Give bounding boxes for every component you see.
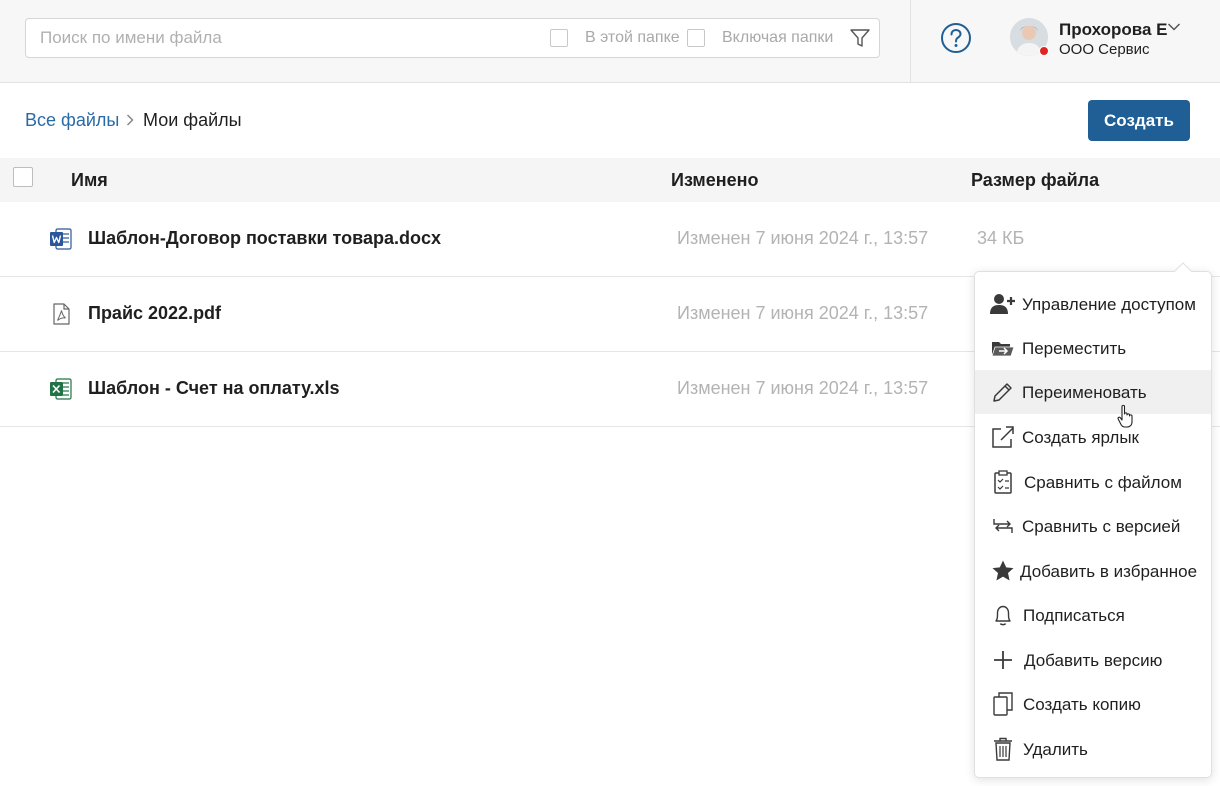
bell-icon bbox=[995, 605, 1011, 626]
breadcrumb-root[interactable]: Все файлы bbox=[25, 110, 119, 131]
menu-item-delete[interactable]: Удалить bbox=[975, 727, 1211, 771]
context-menu: Управление доступом Переместить Переимен… bbox=[974, 271, 1212, 778]
file-size: 34 КБ bbox=[977, 228, 1025, 248]
user-org: ООО Сервис bbox=[1059, 41, 1150, 58]
menu-item-compare-version[interactable]: Сравнить с версией bbox=[975, 504, 1211, 548]
chevron-down-icon[interactable] bbox=[1167, 22, 1181, 32]
menu-item-label: Подписаться bbox=[1023, 606, 1125, 625]
menu-item-label: Сравнить с файлом bbox=[1024, 473, 1182, 492]
file-name[interactable]: Прайс 2022.pdf bbox=[88, 303, 221, 324]
menu-item-label: Создать ярлык bbox=[1022, 428, 1139, 447]
create-button[interactable]: Создать bbox=[1088, 100, 1190, 141]
shortcut-icon bbox=[992, 426, 1014, 448]
menu-item-shortcut[interactable]: Создать ярлык bbox=[975, 415, 1211, 459]
table-header: Имя Изменено Размер файла bbox=[0, 158, 1220, 202]
file-modified: Изменен 7 июня 2024 г., 13:57 bbox=[677, 303, 929, 323]
clipboard-compare-icon bbox=[994, 470, 1012, 494]
select-all-checkbox[interactable] bbox=[13, 167, 33, 187]
in-folder-label: В этой папке bbox=[585, 29, 680, 46]
table-row[interactable]: Шаблон-Договор поставки товара.docx Изме… bbox=[0, 202, 1220, 277]
pencil-icon bbox=[993, 383, 1012, 402]
menu-item-subscribe[interactable]: Подписаться bbox=[975, 593, 1211, 637]
pdf-file-icon bbox=[53, 303, 70, 325]
search-box: В этой папке Включая папки bbox=[25, 18, 880, 58]
menu-item-label: Добавить в избранное bbox=[1020, 562, 1198, 581]
breadcrumb-current: Мои файлы bbox=[143, 110, 242, 130]
search-input[interactable] bbox=[40, 27, 520, 49]
copy-icon bbox=[993, 692, 1013, 716]
include-folders-checkbox[interactable] bbox=[687, 29, 705, 47]
menu-item-compare-file[interactable]: Сравнить с файлом bbox=[975, 460, 1211, 504]
include-folders-label: Включая папки bbox=[722, 29, 834, 46]
excel-file-icon bbox=[50, 378, 72, 400]
menu-item-access[interactable]: Управление доступом bbox=[975, 282, 1211, 326]
version-compare-icon bbox=[993, 519, 1013, 533]
status-dot bbox=[1039, 46, 1049, 56]
menu-item-label: Создать копию bbox=[1023, 695, 1141, 714]
menu-item-copy[interactable]: Создать копию bbox=[975, 682, 1211, 726]
star-icon bbox=[992, 560, 1014, 581]
menu-item-rename[interactable]: Переименовать bbox=[975, 370, 1211, 414]
word-file-icon bbox=[50, 228, 72, 250]
user-add-icon bbox=[990, 294, 1015, 314]
user-name[interactable]: Прохорова Е bbox=[1059, 20, 1168, 40]
file-modified: Изменен 7 июня 2024 г., 13:57 bbox=[677, 228, 929, 248]
column-name-header[interactable]: Имя bbox=[71, 170, 108, 191]
plus-icon bbox=[994, 651, 1012, 669]
menu-item-label: Переименовать bbox=[1022, 383, 1147, 402]
menu-item-label: Удалить bbox=[1023, 740, 1088, 759]
trash-icon bbox=[994, 737, 1012, 761]
chevron-right-icon bbox=[126, 114, 134, 126]
menu-item-label: Добавить версию bbox=[1024, 651, 1163, 670]
menu-item-add-version[interactable]: Добавить версию bbox=[975, 638, 1211, 682]
menu-caret bbox=[1174, 262, 1192, 272]
help-icon[interactable] bbox=[940, 22, 972, 54]
in-folder-checkbox[interactable] bbox=[550, 29, 568, 47]
folder-move-icon bbox=[991, 342, 1015, 357]
menu-item-label: Переместить bbox=[1022, 339, 1127, 358]
file-name[interactable]: Шаблон - Счет на оплату.xls bbox=[88, 378, 340, 399]
menu-item-favorite[interactable]: Добавить в избранное bbox=[975, 549, 1211, 593]
hand-cursor-icon bbox=[1117, 404, 1133, 428]
menu-item-label: Управление доступом bbox=[1022, 295, 1196, 314]
column-modified-header[interactable]: Изменено bbox=[671, 170, 759, 191]
file-modified: Изменен 7 июня 2024 г., 13:57 bbox=[677, 378, 929, 398]
file-name[interactable]: Шаблон-Договор поставки товара.docx bbox=[88, 228, 441, 249]
top-bar: В этой папке Включая папки Прохорова Е О… bbox=[0, 0, 1220, 83]
menu-item-label: Сравнить с версией bbox=[1022, 517, 1181, 536]
divider bbox=[910, 0, 911, 83]
column-size-header[interactable]: Размер файла bbox=[971, 170, 1099, 191]
filter-icon[interactable] bbox=[849, 27, 871, 49]
menu-item-move[interactable]: Переместить bbox=[975, 326, 1211, 370]
